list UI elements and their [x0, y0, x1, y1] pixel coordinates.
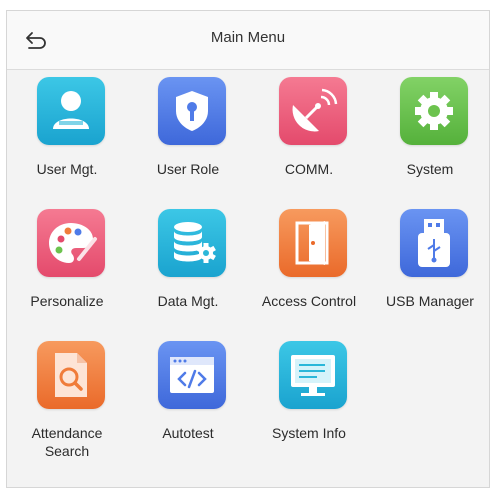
monitor-icon: [279, 341, 347, 409]
satellite-dish-icon: [279, 77, 347, 145]
menu-item-comm[interactable]: COMM.: [249, 69, 369, 199]
menu-item-label: Data Mgt.: [157, 293, 219, 309]
code-window-icon: [158, 341, 226, 409]
gear-icon: [400, 77, 468, 145]
database-gear-icon: [158, 209, 226, 277]
menu-item-data-mgt[interactable]: Data Mgt.: [128, 201, 248, 331]
menu-item-user-role[interactable]: User Role: [128, 69, 248, 199]
main-menu-screen: Main Menu User Mgt. User Role COMM. Syst…: [6, 10, 490, 488]
menu-item-autotest[interactable]: Autotest: [128, 333, 248, 463]
menu-item-personalize[interactable]: Personalize: [7, 201, 127, 331]
menu-item-label: User Mgt.: [36, 161, 98, 177]
door-icon: [279, 209, 347, 277]
palette-icon: [37, 209, 105, 277]
page-title: Main Menu: [210, 29, 286, 46]
menu-item-label: Access Control: [261, 293, 357, 309]
document-search-icon: [37, 341, 105, 409]
menu-item-system-info[interactable]: System Info: [249, 333, 369, 463]
menu-item-label: Personalize: [30, 293, 104, 309]
menu-item-usb-manager[interactable]: USB Manager: [370, 201, 490, 331]
menu-item-label: USB Manager: [386, 293, 474, 309]
menu-grid: User Mgt. User Role COMM. System Persona: [7, 69, 489, 489]
menu-item-access-control[interactable]: Access Control: [249, 201, 369, 331]
menu-item-system[interactable]: System: [370, 69, 490, 199]
menu-item-label: Autotest: [162, 425, 214, 441]
menu-item-label: Attendance Search: [31, 425, 103, 459]
header-bar: Main Menu: [7, 11, 489, 70]
shield-key-icon: [158, 77, 226, 145]
menu-item-label: COMM.: [284, 161, 334, 177]
menu-item-label: System: [406, 161, 454, 177]
usb-drive-icon: [400, 209, 468, 277]
menu-item-label: System Info: [272, 425, 346, 441]
menu-item-user-mgt[interactable]: User Mgt.: [7, 69, 127, 199]
menu-item-label: User Role: [156, 161, 220, 177]
user-icon: [37, 77, 105, 145]
menu-item-attendance-search[interactable]: Attendance Search: [7, 333, 127, 463]
